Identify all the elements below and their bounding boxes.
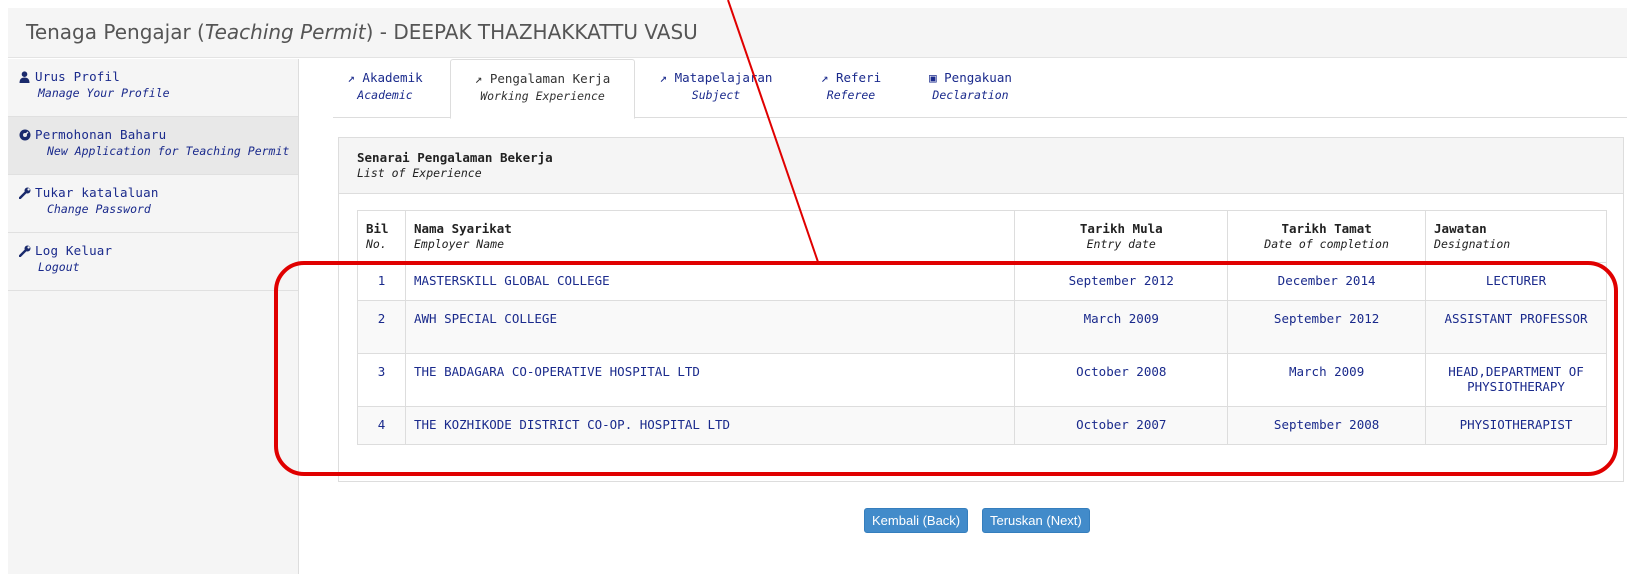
table-row: 1 MASTERSKILL GLOBAL COLLEGE September 2… bbox=[357, 262, 1607, 301]
cell-employer: AWH SPECIAL COLLEGE bbox=[404, 300, 1016, 354]
tab-declaration[interactable]: ▣ Pengakuan Declaration bbox=[918, 59, 1023, 118]
col-header-no: Bil No. bbox=[357, 210, 406, 263]
col-header-sublabel: No. bbox=[366, 237, 387, 251]
experience-table: Bil No. Nama Syarikat Employer Name Tarikh… bbox=[357, 210, 1607, 445]
cell-no: 3 bbox=[357, 353, 406, 407]
cell-entry-date: March 2009 bbox=[1014, 300, 1229, 354]
cell-completion-date: September 2012 bbox=[1227, 300, 1427, 354]
col-header-label: Tarikh Tamat bbox=[1281, 221, 1372, 236]
experience-panel: Senarai Pengalaman Bekerja List of Exper… bbox=[338, 137, 1624, 482]
cell-completion-date: March 2009 bbox=[1227, 353, 1427, 407]
col-header-sublabel: Entry date bbox=[1086, 237, 1156, 251]
col-header-label: Bil bbox=[366, 221, 389, 236]
sidebar-item-label: Log Keluar bbox=[35, 243, 113, 258]
tab-label: Matapelajaran bbox=[674, 70, 773, 85]
cell-designation: LECTURER bbox=[1425, 262, 1607, 301]
tab-label: Referi bbox=[835, 70, 882, 85]
col-header-sublabel: Employer Name bbox=[413, 237, 504, 251]
external-link-icon: ↗ bbox=[820, 70, 829, 85]
print-icon: ▣ bbox=[929, 70, 937, 85]
user-icon bbox=[19, 70, 31, 83]
tab-subject[interactable]: ↗ Matapelajaran Subject bbox=[651, 59, 781, 118]
external-link-icon: ↗ bbox=[474, 71, 483, 86]
cell-entry-date: October 2007 bbox=[1014, 406, 1229, 445]
tab-label: Akademik bbox=[362, 70, 423, 85]
cell-no: 1 bbox=[357, 262, 406, 301]
sidebar-item-new-application[interactable]: Permohonan Baharu New Application for Te… bbox=[8, 117, 298, 175]
tab-label: Pengakuan bbox=[944, 70, 1012, 85]
col-header-entry-date: Tarikh Mula Entry date bbox=[1014, 210, 1229, 263]
sidebar-item-sublabel: Change Password bbox=[47, 202, 151, 216]
col-header-sublabel: Date of completion bbox=[1264, 237, 1389, 251]
col-header-completion-date: Tarikh Tamat Date of completion bbox=[1227, 210, 1427, 263]
tab-sublabel: Subject bbox=[691, 88, 741, 102]
cell-completion-date: September 2008 bbox=[1227, 406, 1427, 445]
sidebar-item-label: Urus Profil bbox=[35, 69, 120, 84]
tab-sublabel: Referee bbox=[826, 88, 876, 102]
external-link-icon: ↗ bbox=[347, 70, 355, 85]
title-suffix: ) - DEEPAK THAZHAKKATTU VASU bbox=[365, 20, 698, 44]
page-header: Tenaga Pengajar (Teaching Permit) - DEEP… bbox=[8, 8, 1627, 58]
tab-label: Pengalaman Kerja bbox=[489, 71, 611, 86]
wrench-icon bbox=[18, 245, 31, 257]
col-header-label: Nama Syarikat bbox=[413, 221, 512, 236]
col-header-label: Tarikh Mula bbox=[1079, 221, 1163, 236]
cell-employer: THE BADAGARA CO-OPERATIVE HOSPITAL LTD bbox=[404, 353, 1016, 407]
sidebar-item-profile[interactable]: Urus Profil Manage Your Profile bbox=[8, 59, 298, 117]
panel-heading: Senarai Pengalaman Bekerja List of Exper… bbox=[339, 138, 1623, 194]
panel-title: Senarai Pengalaman Bekerja bbox=[357, 150, 553, 165]
tab-academic[interactable]: ↗ Akademik Academic bbox=[335, 59, 435, 118]
tab-referee[interactable]: ↗ Referi Referee bbox=[811, 59, 891, 118]
back-button[interactable]: Kembali (Back) bbox=[864, 508, 969, 533]
tab-working-experience[interactable]: ↗ Pengalaman Kerja Working Experience bbox=[450, 59, 635, 119]
table-row: 2 AWH SPECIAL COLLEGE March 2009 Septemb… bbox=[357, 300, 1607, 354]
cell-entry-date: October 2008 bbox=[1014, 353, 1229, 407]
cell-entry-date: September 2012 bbox=[1014, 262, 1229, 301]
title-prefix: Tenaga Pengajar ( bbox=[26, 20, 205, 44]
external-link-icon: ↗ bbox=[659, 70, 668, 85]
cell-employer: MASTERSKILL GLOBAL COLLEGE bbox=[404, 262, 1016, 301]
sidebar-item-logout[interactable]: Log Keluar Logout bbox=[8, 233, 298, 291]
table-header-row: Bil No. Nama Syarikat Employer Name Tarikh… bbox=[357, 210, 1607, 263]
col-header-sublabel: Designation bbox=[1434, 237, 1511, 251]
sidebar-item-sublabel: New Application for Teaching Permit bbox=[47, 144, 290, 158]
cell-completion-date: December 2014 bbox=[1227, 262, 1427, 301]
col-header-designation: Jawatan Designation bbox=[1425, 210, 1607, 263]
title-italic: Teaching Permit bbox=[204, 20, 366, 44]
page-title: Tenaga Pengajar (Teaching Permit) - DEEP… bbox=[26, 20, 698, 44]
tab-sublabel: Working Experience bbox=[480, 89, 605, 103]
sidebar-item-sublabel: Manage Your Profile bbox=[38, 86, 170, 100]
sidebar-item-label: Tukar katalaluan bbox=[35, 185, 159, 200]
sidebar-item-sublabel: Logout bbox=[38, 260, 80, 274]
cell-designation: HEAD,DEPARTMENT OF PHYSIOTHERAPY bbox=[1425, 353, 1607, 407]
tab-bar: ↗ Akademik Academic ↗ Pengalaman Kerja W… bbox=[333, 59, 1627, 119]
sidebar-item-change-password[interactable]: Tukar katalaluan Change Password bbox=[8, 175, 298, 233]
col-header-label: Jawatan bbox=[1434, 221, 1487, 236]
col-header-employer: Nama Syarikat Employer Name bbox=[404, 210, 1016, 263]
cell-designation: PHYSIOTHERAPIST bbox=[1425, 406, 1607, 445]
tab-sublabel: Declaration bbox=[932, 88, 1009, 102]
sidebar: Urus Profil Manage Your Profile Permohon… bbox=[8, 59, 299, 574]
cell-designation: ASSISTANT PROFESSOR bbox=[1425, 300, 1607, 354]
cell-no: 4 bbox=[357, 406, 406, 445]
cell-no: 2 bbox=[357, 300, 406, 354]
dashboard-icon bbox=[19, 129, 31, 141]
panel-subtitle: List of Experience bbox=[357, 166, 482, 180]
cell-employer: THE KOZHIKODE DISTRICT CO-OP. HOSPITAL L… bbox=[404, 406, 1016, 445]
tab-sublabel: Academic bbox=[357, 88, 413, 102]
next-button[interactable]: Teruskan (Next) bbox=[982, 508, 1090, 533]
table-row: 4 THE KOZHIKODE DISTRICT CO-OP. HOSPITAL… bbox=[357, 406, 1607, 445]
wrench-icon bbox=[18, 187, 31, 199]
table-row: 3 THE BADAGARA CO-OPERATIVE HOSPITAL LTD… bbox=[357, 353, 1607, 407]
sidebar-item-label: Permohonan Baharu bbox=[35, 127, 167, 142]
